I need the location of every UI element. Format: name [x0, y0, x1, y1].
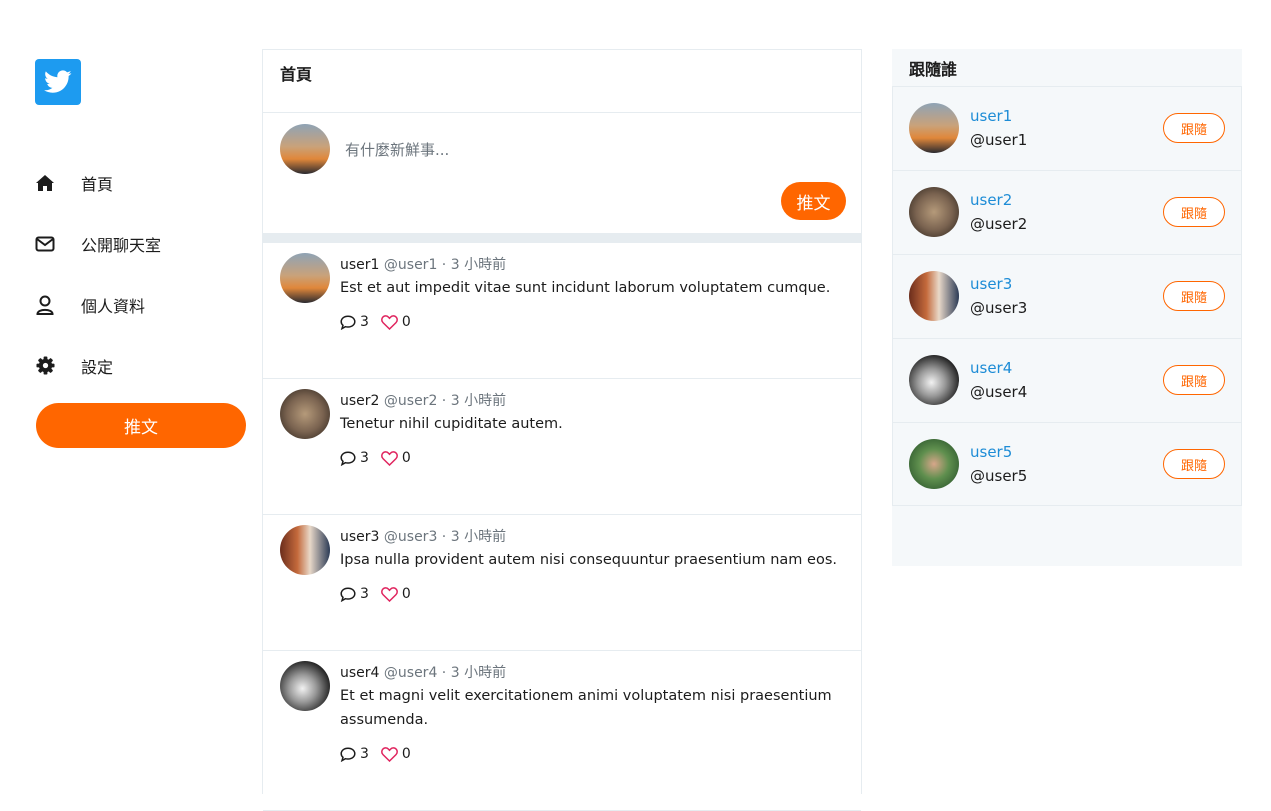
reply-count: 3	[360, 314, 369, 330]
follow-user-name[interactable]: user2	[970, 191, 1012, 209]
sidebar-nav: 首頁 公開聊天室 個人資料 設定	[35, 152, 246, 396]
nav-item-home[interactable]: 首頁	[35, 152, 246, 213]
reply-button[interactable]: 3	[340, 450, 369, 466]
reply-count: 3	[360, 746, 369, 762]
tweet-handle: @user2	[383, 393, 438, 409]
follow-button[interactable]: 跟隨	[1163, 365, 1225, 395]
avatar[interactable]	[280, 525, 330, 575]
avatar[interactable]	[909, 187, 959, 237]
like-count: 0	[401, 586, 411, 602]
avatar[interactable]	[280, 253, 330, 303]
follow-user-item: user1 @user1 跟隨	[892, 86, 1242, 170]
reply-count: 3	[360, 450, 369, 466]
avatar[interactable]	[280, 661, 330, 711]
follow-user-name[interactable]: user3	[970, 275, 1012, 293]
sidebar-tweet-button[interactable]: 推文	[36, 403, 246, 448]
tweet-input[interactable]	[343, 140, 827, 160]
follow-user-handle: @user3	[970, 299, 1028, 317]
composer-tweet-button[interactable]: 推文	[781, 182, 846, 220]
tweet-text: Ipsa nulla provident autem nisi consequu…	[340, 552, 837, 568]
tweet-author[interactable]: user4	[340, 665, 379, 681]
nav-label: 公開聊天室	[81, 235, 162, 255]
follow-user-handle: @user4	[970, 383, 1028, 401]
follow-panel-title: 跟隨誰	[909, 60, 958, 79]
envelope-icon	[35, 234, 55, 254]
heart-icon	[380, 450, 398, 466]
follow-user-handle: @user1	[970, 131, 1028, 149]
tweet-text: Tenetur nihil cupiditate autem.	[340, 416, 563, 432]
who-to-follow-panel: 跟隨誰 user1 @user1 跟隨 user2 @user2 跟隨 user…	[892, 49, 1242, 566]
like-button[interactable]: 0	[380, 314, 411, 330]
nav-label: 首頁	[81, 174, 114, 194]
tweet-author[interactable]: user1	[340, 257, 379, 273]
follow-user-name[interactable]: user4	[970, 359, 1012, 377]
follow-user-item: user5 @user5 跟隨	[892, 422, 1242, 506]
comment-icon	[340, 746, 356, 762]
follow-user-name[interactable]: user1	[970, 107, 1012, 125]
comment-icon	[340, 586, 356, 602]
twitter-logo[interactable]	[35, 59, 81, 105]
follow-button[interactable]: 跟隨	[1163, 197, 1225, 227]
nav-label: 設定	[81, 357, 114, 377]
follow-button[interactable]: 跟隨	[1163, 281, 1225, 311]
like-count: 0	[401, 314, 411, 330]
reply-button[interactable]: 3	[340, 746, 369, 762]
tweet-time: · 3 小時前	[437, 257, 507, 273]
tweet-text: Et et magni velit exercitationem animi v…	[340, 688, 832, 728]
tweet-author[interactable]: user3	[340, 529, 379, 545]
follow-button[interactable]: 跟隨	[1163, 113, 1225, 143]
tweet-item[interactable]: user2 @user2 · 3 小時前 Tenetur nihil cupid…	[263, 379, 861, 515]
nav-item-settings[interactable]: 設定	[35, 335, 246, 396]
heart-icon	[380, 314, 398, 330]
gear-icon	[35, 356, 55, 376]
tweet-composer: 推文	[263, 113, 861, 243]
avatar[interactable]	[909, 355, 959, 405]
nav-item-public-chat[interactable]: 公開聊天室	[35, 213, 246, 274]
home-icon	[35, 173, 55, 193]
tweet-handle: @user4	[383, 665, 438, 681]
comment-icon	[340, 450, 356, 466]
tweet-time: · 3 小時前	[437, 529, 507, 545]
avatar[interactable]	[909, 103, 959, 153]
tweet-item[interactable]: user3 @user3 · 3 小時前 Ipsa nulla providen…	[263, 515, 861, 651]
heart-icon	[380, 586, 398, 602]
avatar[interactable]	[280, 389, 330, 439]
follow-user-item: user2 @user2 跟隨	[892, 170, 1242, 254]
main-feed: 首頁 推文 user1 @user1 · 3 小時前 Est et aut im…	[262, 49, 862, 811]
follow-button[interactable]: 跟隨	[1163, 449, 1225, 479]
user-icon	[35, 295, 55, 315]
like-button[interactable]: 0	[380, 450, 411, 466]
reply-button[interactable]: 3	[340, 586, 369, 602]
tweet-handle: @user3	[383, 529, 438, 545]
follow-user-item: user3 @user3 跟隨	[892, 254, 1242, 338]
follow-user-item: user4 @user4 跟隨	[892, 338, 1242, 422]
like-button[interactable]: 0	[380, 746, 411, 762]
follow-user-handle: @user5	[970, 467, 1028, 485]
avatar[interactable]	[909, 439, 959, 489]
tweet-time: · 3 小時前	[437, 393, 507, 409]
like-button[interactable]: 0	[380, 586, 411, 602]
avatar	[280, 124, 330, 174]
like-count: 0	[401, 746, 411, 762]
tweet-handle: @user1	[383, 257, 438, 273]
avatar[interactable]	[909, 271, 959, 321]
tweet-item[interactable]: user4 @user4 · 3 小時前 Et et magni velit e…	[263, 651, 861, 811]
comment-icon	[340, 314, 356, 330]
tweet-item[interactable]: user1 @user1 · 3 小時前 Est et aut impedit …	[263, 243, 861, 379]
reply-button[interactable]: 3	[340, 314, 369, 330]
tweet-time: · 3 小時前	[437, 665, 507, 681]
like-count: 0	[401, 450, 411, 466]
follow-user-name[interactable]: user5	[970, 443, 1012, 461]
twitter-bird-icon	[44, 70, 72, 93]
page-title: 首頁	[263, 49, 861, 113]
nav-label: 個人資料	[81, 296, 146, 316]
reply-count: 3	[360, 586, 369, 602]
nav-item-profile[interactable]: 個人資料	[35, 274, 246, 335]
tweet-text: Est et aut impedit vitae sunt incidunt l…	[340, 280, 831, 296]
tweet-author[interactable]: user2	[340, 393, 379, 409]
follow-user-handle: @user2	[970, 215, 1028, 233]
heart-icon	[380, 746, 398, 762]
